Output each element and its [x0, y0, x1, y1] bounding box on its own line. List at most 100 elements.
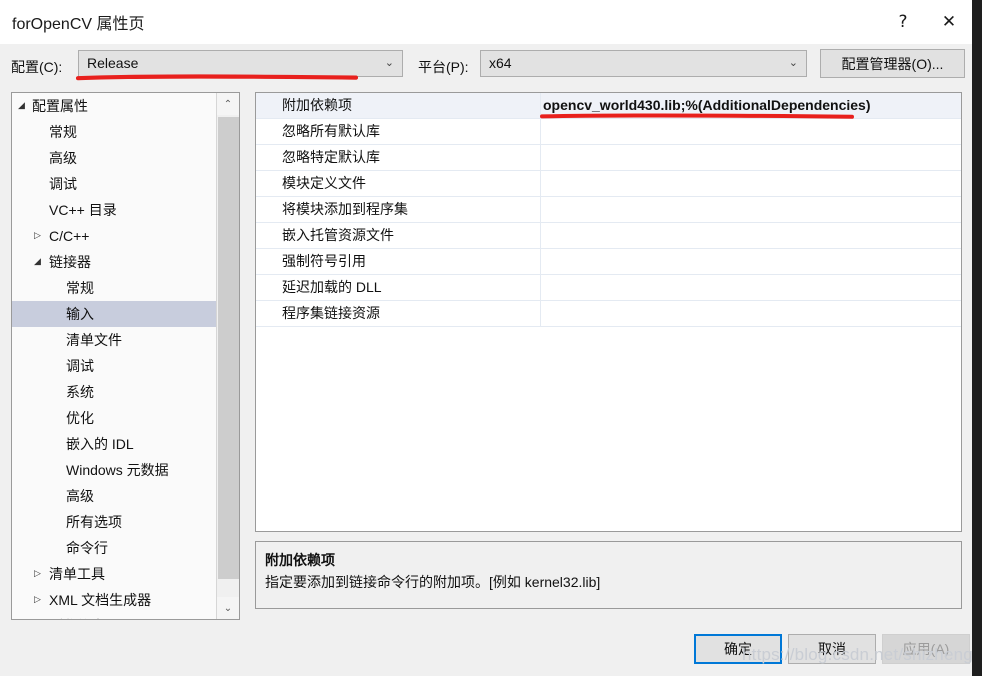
property-grid[interactable]: 附加依赖项 opencv_world430.lib;%(AdditionalDep…	[255, 92, 962, 532]
tree-item[interactable]: ▷ XML 文档生成器	[12, 587, 216, 613]
configuration-value: Release	[87, 55, 139, 71]
tree-item-label: 高级	[49, 150, 77, 166]
property-name: 忽略特定默认库	[282, 149, 380, 165]
platform-combobox[interactable]: x64 ⌄	[480, 50, 807, 77]
help-button[interactable]: ?	[880, 0, 926, 44]
apply-button[interactable]: 应用(A)	[882, 634, 970, 664]
property-name: 强制符号引用	[282, 253, 366, 269]
tree-item-label: 系统	[66, 384, 94, 400]
chevron-down-icon: ⌄	[384, 56, 394, 69]
tree-item[interactable]: 调试	[12, 353, 216, 379]
tree-item-label: 清单文件	[66, 332, 122, 348]
tree-item-label: 常规	[66, 280, 94, 296]
property-row[interactable]: 将模块添加到程序集	[256, 197, 961, 223]
tree-item[interactable]: 清单文件	[12, 327, 216, 353]
tree-item[interactable]: 优化	[12, 405, 216, 431]
column-divider	[540, 119, 541, 144]
tree-item[interactable]: ▷ 浏览信息	[12, 613, 216, 619]
tree-item-label: 高级	[66, 488, 94, 504]
property-row[interactable]: 延迟加载的 DLL	[256, 275, 961, 301]
property-value[interactable]: opencv_world430.lib;%(AdditionalDependen…	[543, 93, 871, 118]
tree-item[interactable]: 常规	[12, 275, 216, 301]
scroll-up-icon[interactable]: ⌃	[217, 93, 239, 115]
property-name: 附加依赖项	[282, 97, 352, 113]
column-divider	[540, 145, 541, 170]
tree-item[interactable]: 高级	[12, 145, 216, 171]
property-row[interactable]: 嵌入托管资源文件	[256, 223, 961, 249]
close-button[interactable]: ✕	[926, 0, 972, 44]
tree-item[interactable]: Windows 元数据	[12, 457, 216, 483]
tree-item[interactable]: VC++ 目录	[12, 197, 216, 223]
tree-item[interactable]: 嵌入的 IDL	[12, 431, 216, 457]
tree-item-label: 命令行	[66, 540, 108, 556]
column-divider	[540, 197, 541, 222]
triangle-collapsed-icon[interactable]: ▷	[34, 223, 41, 249]
property-row[interactable]: 忽略所有默认库	[256, 119, 961, 145]
tree-item[interactable]: 输入	[12, 301, 216, 327]
description-pane: 附加依赖项 指定要添加到链接命令行的附加项。[例如 kernel32.lib]	[255, 541, 962, 609]
configuration-combobox[interactable]: Release ⌄	[78, 50, 403, 77]
tree-item-label: VC++ 目录	[49, 202, 117, 218]
tree-item-label: 清单工具	[49, 566, 105, 582]
tree-item-label: 优化	[66, 410, 94, 426]
platform-label: 平台(P):	[418, 59, 469, 75]
ok-button[interactable]: 确定	[694, 634, 782, 664]
tree-item-label: 常规	[49, 124, 77, 140]
tree-scrollbar-thumb[interactable]	[218, 117, 239, 579]
tree-item-label: 浏览信息	[49, 613, 105, 619]
tree-item-label: XML 文档生成器	[49, 592, 152, 608]
tree-item[interactable]: ◢ 链接器	[12, 249, 216, 275]
scroll-down-icon[interactable]: ⌄	[217, 597, 239, 619]
cancel-button[interactable]: 取消	[788, 634, 876, 664]
triangle-collapsed-icon[interactable]: ▷	[34, 613, 41, 619]
column-divider	[540, 249, 541, 274]
dialog-title-bar: forOpenCV 属性页 ? ✕	[0, 0, 972, 44]
tree-item[interactable]: 高级	[12, 483, 216, 509]
tree-item-label: Windows 元数据	[66, 462, 169, 478]
description-body: 指定要添加到链接命令行的附加项。[例如 kernel32.lib]	[265, 574, 601, 590]
tree-item[interactable]: 调试	[12, 171, 216, 197]
close-icon: ✕	[941, 11, 957, 32]
property-name: 程序集链接资源	[282, 305, 380, 321]
chevron-down-icon: ⌄	[788, 56, 798, 69]
description-title: 附加依赖项	[265, 552, 335, 568]
platform-value: x64	[489, 55, 512, 71]
property-name: 延迟加载的 DLL	[282, 279, 382, 295]
tree-item-label: 嵌入的 IDL	[66, 436, 134, 452]
tree-scrollbar[interactable]: ⌃ ⌄	[216, 93, 239, 619]
settings-tree-panel: ◢ 配置属性 常规 高级 调试 VC++ 目录 ▷ C/C++ ◢ 链接器 常规 输入 清单文件 调试 系统…	[11, 92, 240, 620]
triangle-collapsed-icon[interactable]: ▷	[34, 587, 41, 613]
column-divider	[540, 301, 541, 326]
property-row[interactable]: 忽略特定默认库	[256, 145, 961, 171]
tree-item[interactable]: 系统	[12, 379, 216, 405]
column-divider	[540, 93, 541, 118]
property-row[interactable]: 附加依赖项 opencv_world430.lib;%(AdditionalDep…	[256, 93, 961, 119]
configuration-manager-button[interactable]: 配置管理器(O)...	[820, 49, 965, 78]
tree-item[interactable]: ▷ 清单工具	[12, 561, 216, 587]
configuration-label: 配置(C):	[11, 59, 63, 75]
tree-item-label: 调试	[66, 358, 94, 374]
property-row[interactable]: 程序集链接资源	[256, 301, 961, 327]
tree-item[interactable]: 所有选项	[12, 509, 216, 535]
column-divider	[540, 275, 541, 300]
tree-item-label: 所有选项	[66, 514, 122, 530]
property-row[interactable]: 模块定义文件	[256, 171, 961, 197]
column-divider	[540, 171, 541, 196]
triangle-expanded-icon[interactable]: ◢	[18, 93, 25, 119]
property-name: 模块定义文件	[282, 175, 366, 191]
property-row[interactable]: 强制符号引用	[256, 249, 961, 275]
tree-item[interactable]: 常规	[12, 119, 216, 145]
tree-item[interactable]: 命令行	[12, 535, 216, 561]
tree-item[interactable]: ◢ 配置属性	[12, 93, 216, 119]
property-name: 忽略所有默认库	[282, 123, 380, 139]
triangle-expanded-icon[interactable]: ◢	[34, 249, 41, 275]
tree-item-label: 链接器	[49, 254, 91, 270]
property-pages-dialog: forOpenCV 属性页 ? ✕ 配置(C): 平台(P): Release …	[0, 0, 972, 676]
settings-tree: ◢ 配置属性 常规 高级 调试 VC++ 目录 ▷ C/C++ ◢ 链接器 常规 输入 清单文件 调试 系统…	[12, 93, 216, 619]
triangle-collapsed-icon[interactable]: ▷	[34, 561, 41, 587]
tree-item[interactable]: ▷ C/C++	[12, 223, 216, 249]
column-divider	[540, 223, 541, 248]
desktop-background	[972, 0, 982, 676]
dialog-title: forOpenCV 属性页	[12, 16, 145, 33]
property-name: 将模块添加到程序集	[282, 201, 408, 217]
